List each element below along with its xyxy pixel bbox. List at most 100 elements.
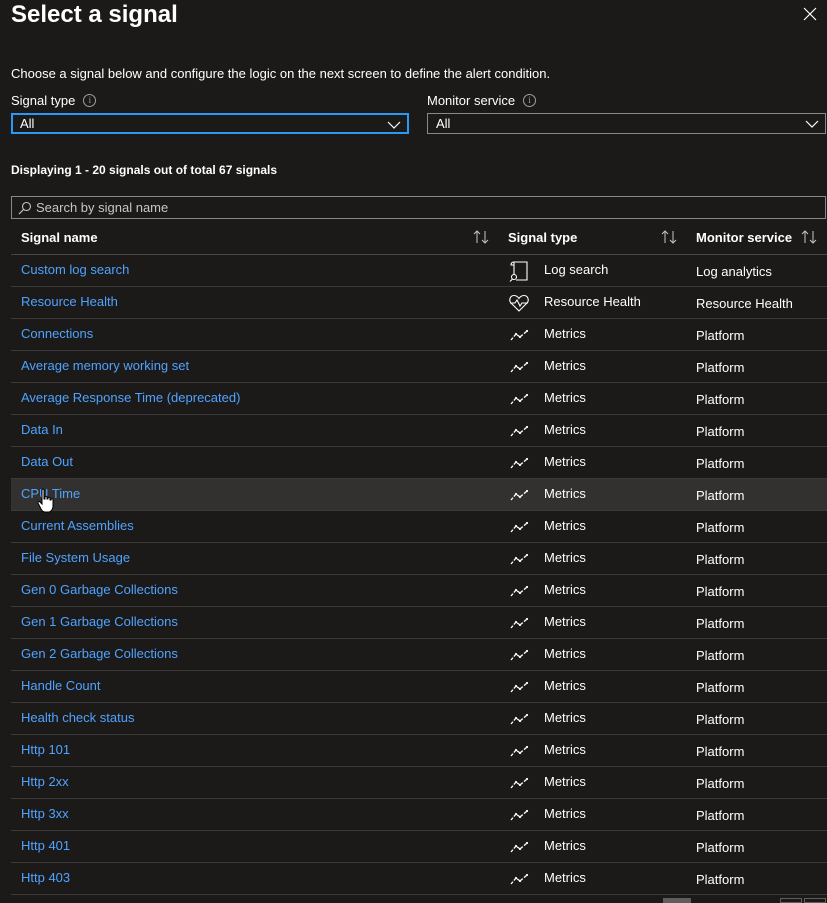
table-row[interactable]: CPU Time Metrics Platform xyxy=(11,479,827,511)
signal-name-link[interactable]: Http 403 xyxy=(21,870,70,885)
signal-name-link[interactable]: Custom log search xyxy=(21,262,129,277)
log-search-icon xyxy=(508,260,530,282)
table-row[interactable]: Average memory working set Metrics Platfor… xyxy=(11,351,827,383)
signal-type-cell: Metrics xyxy=(544,678,586,693)
signal-type-cell: Metrics xyxy=(544,518,586,533)
signal-name-link[interactable]: Gen 0 Garbage Collections xyxy=(21,582,178,597)
metrics-icon xyxy=(508,868,530,890)
table-row[interactable]: Resource Health Resource Health Resource H… xyxy=(11,287,827,319)
table-row[interactable]: Gen 2 Garbage Collections Metrics Platform xyxy=(11,639,827,671)
sort-icon[interactable] xyxy=(800,229,818,245)
column-header-signal-type[interactable]: Signal type xyxy=(508,230,577,245)
signal-name-link[interactable]: Handle Count xyxy=(21,678,101,693)
signal-type-cell: Metrics xyxy=(544,454,586,469)
signal-type-label-row: Signal type i xyxy=(11,93,97,108)
monitor-service-cell: Platform xyxy=(696,328,745,343)
table-header: Signal name Signal type Monitor service xyxy=(11,222,827,255)
monitor-service-label-row: Monitor service i xyxy=(427,93,537,108)
monitor-service-label: Monitor service xyxy=(427,93,516,108)
pagination-prev-button[interactable] xyxy=(780,898,802,903)
metrics-icon xyxy=(508,516,530,538)
table-row[interactable]: Data Out Metrics Platform xyxy=(11,447,827,479)
close-icon[interactable] xyxy=(800,4,820,24)
signal-type-dropdown[interactable]: All xyxy=(11,113,409,134)
signal-name-link[interactable]: Resource Health xyxy=(21,294,118,309)
signal-name-link[interactable]: Average memory working set xyxy=(21,358,189,373)
metrics-icon xyxy=(508,484,530,506)
sort-icon[interactable] xyxy=(660,229,678,245)
metrics-icon xyxy=(508,356,530,378)
pagination-next-button[interactable] xyxy=(804,898,826,903)
table-row[interactable]: File System Usage Metrics Platform xyxy=(11,543,827,575)
signal-name-link[interactable]: File System Usage xyxy=(21,550,130,565)
table-row[interactable]: Health check status Metrics Platform xyxy=(11,703,827,735)
signal-table-body: Custom log search Log search Log analytics… xyxy=(11,255,827,895)
monitor-service-dropdown[interactable]: All xyxy=(427,113,826,134)
monitor-service-cell: Platform xyxy=(696,680,745,695)
metrics-icon xyxy=(508,644,530,666)
scrollbar-thumb[interactable] xyxy=(663,898,691,903)
table-row[interactable]: Data In Metrics Platform xyxy=(11,415,827,447)
monitor-service-cell: Resource Health xyxy=(696,296,793,311)
signal-name-link[interactable]: Data Out xyxy=(21,454,73,469)
table-row[interactable]: Http 401 Metrics Platform xyxy=(11,831,827,863)
signal-type-cell: Metrics xyxy=(544,582,586,597)
table-row[interactable]: Gen 1 Garbage Collections Metrics Platform xyxy=(11,607,827,639)
search-input[interactable] xyxy=(36,197,816,218)
signal-type-cell: Metrics xyxy=(544,358,586,373)
table-row[interactable]: Http 101 Metrics Platform xyxy=(11,735,827,767)
signal-name-link[interactable]: Current Assemblies xyxy=(21,518,134,533)
table-row[interactable]: Average Response Time (deprecated) Metric… xyxy=(11,383,827,415)
table-row[interactable]: Http 403 Metrics Platform xyxy=(11,863,827,895)
monitor-service-cell: Platform xyxy=(696,520,745,535)
signal-name-link[interactable]: Data In xyxy=(21,422,63,437)
signal-name-link[interactable]: Http 3xx xyxy=(21,806,69,821)
signal-name-link[interactable]: Average Response Time (deprecated) xyxy=(21,390,240,405)
signal-name-link[interactable]: Gen 1 Garbage Collections xyxy=(21,614,178,629)
metrics-icon xyxy=(508,324,530,346)
monitor-service-cell: Platform xyxy=(696,456,745,471)
signal-type-cell: Metrics xyxy=(544,870,586,885)
monitor-service-value: All xyxy=(436,116,451,131)
metrics-icon xyxy=(508,708,530,730)
monitor-service-cell: Platform xyxy=(696,840,745,855)
monitor-service-cell: Platform xyxy=(696,552,745,567)
monitor-service-cell: Platform xyxy=(696,648,745,663)
info-icon[interactable]: i xyxy=(523,94,537,107)
metrics-icon xyxy=(508,804,530,826)
table-row[interactable]: Http 3xx Metrics Platform xyxy=(11,799,827,831)
monitor-service-cell: Platform xyxy=(696,872,745,887)
signal-name-link[interactable]: Gen 2 Garbage Collections xyxy=(21,646,178,661)
table-row[interactable]: Connections Metrics Platform xyxy=(11,319,827,351)
heart-pulse-icon xyxy=(508,292,530,314)
metrics-icon xyxy=(508,452,530,474)
signal-type-cell: Metrics xyxy=(544,806,586,821)
signal-type-cell: Metrics xyxy=(544,742,586,757)
signal-name-link[interactable]: Http 401 xyxy=(21,838,70,853)
table-row[interactable]: Handle Count Metrics Platform xyxy=(11,671,827,703)
column-header-monitor-service[interactable]: Monitor service xyxy=(696,230,792,245)
sort-icon[interactable] xyxy=(472,229,490,245)
metrics-icon xyxy=(508,580,530,602)
signal-type-cell: Metrics xyxy=(544,390,586,405)
column-header-signal-name[interactable]: Signal name xyxy=(21,230,98,245)
signal-name-link[interactable]: Health check status xyxy=(21,710,134,725)
table-row[interactable]: Gen 0 Garbage Collections Metrics Platform xyxy=(11,575,827,607)
signal-name-link[interactable]: Connections xyxy=(21,326,93,341)
info-icon[interactable]: i xyxy=(83,94,97,107)
signal-type-cell: Metrics xyxy=(544,838,586,853)
monitor-service-cell: Platform xyxy=(696,584,745,599)
chevron-down-icon xyxy=(387,121,401,129)
signal-name-link[interactable]: Http 101 xyxy=(21,742,70,757)
table-row[interactable]: Custom log search Log search Log analytics xyxy=(11,255,827,287)
table-row[interactable]: Http 2xx Metrics Platform xyxy=(11,767,827,799)
results-count: Displaying 1 - 20 signals out of total 6… xyxy=(11,163,278,177)
monitor-service-cell: Platform xyxy=(696,808,745,823)
signal-name-link[interactable]: Http 2xx xyxy=(21,774,69,789)
monitor-service-cell: Platform xyxy=(696,488,745,503)
signal-type-label: Signal type xyxy=(11,93,76,108)
monitor-service-cell: Platform xyxy=(696,616,745,631)
monitor-service-cell: Log analytics xyxy=(696,264,772,279)
search-box[interactable] xyxy=(11,196,826,219)
table-row[interactable]: Current Assemblies Metrics Platform xyxy=(11,511,827,543)
